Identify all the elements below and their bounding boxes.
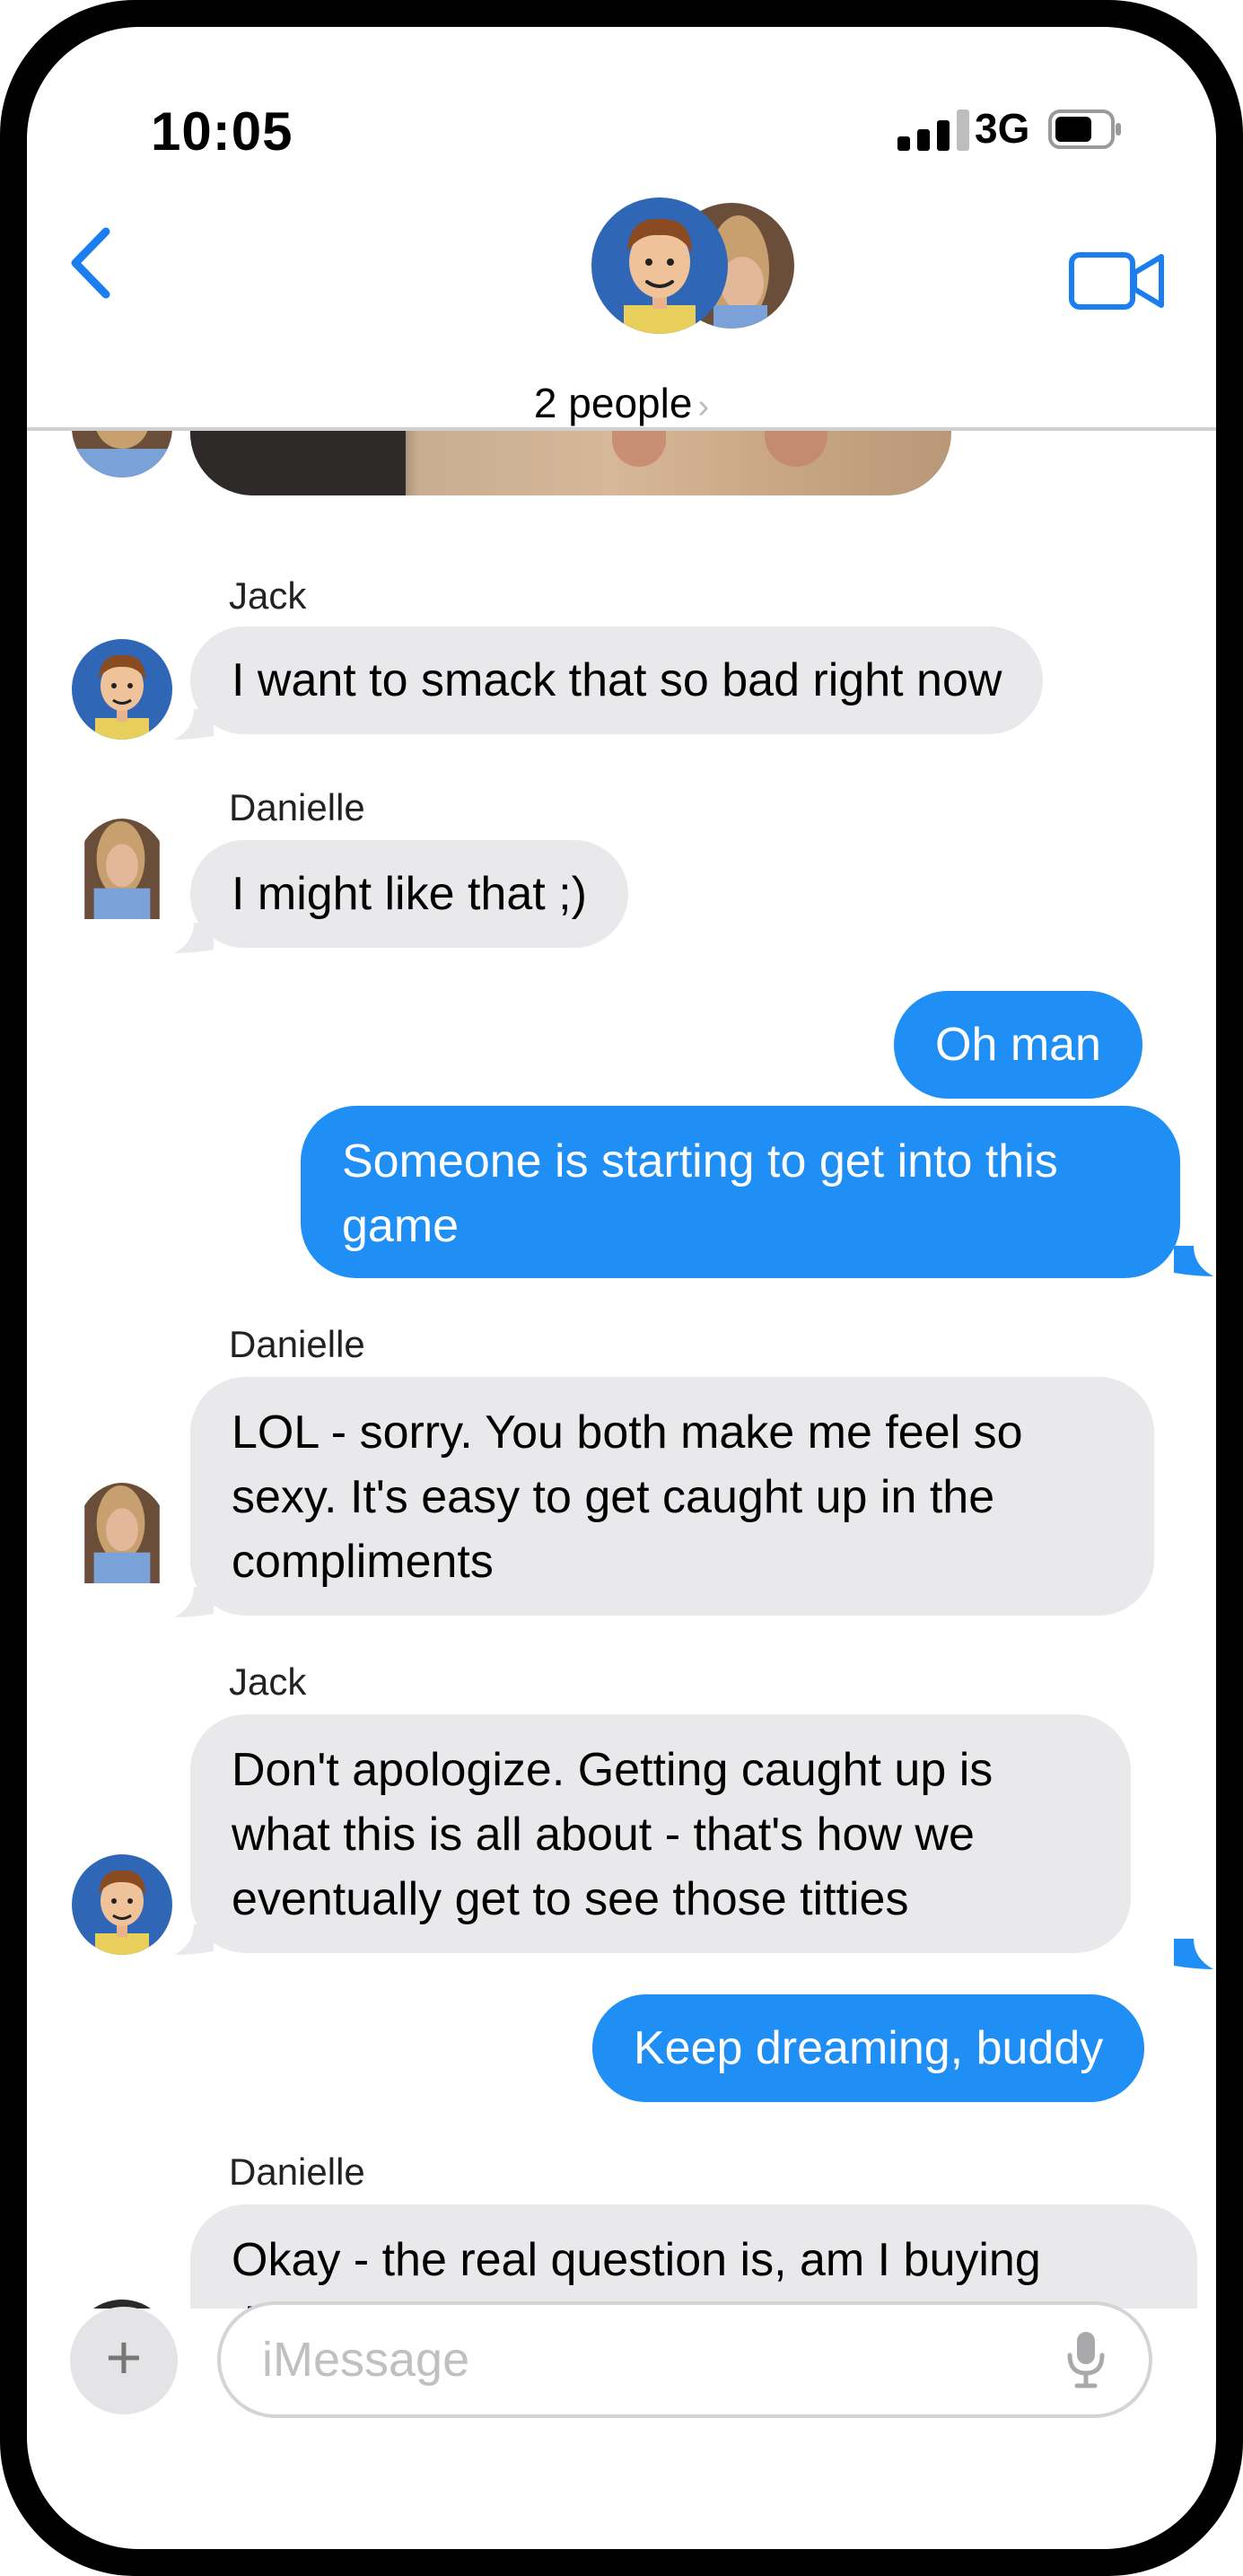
message-bubble-incoming[interactable]: Don't apologize. Getting caught up is wh… — [190, 1714, 1131, 1953]
plus-icon: + — [105, 2322, 143, 2392]
participants-count: 2 people — [533, 380, 693, 426]
message-text-line: Don't apologize. Getting caught up is — [232, 1744, 994, 1796]
message-text-line: LOL - sorry. You both make me feel so — [232, 1406, 1023, 1459]
danielle-avatar[interactable] — [72, 431, 172, 478]
jack-avatar[interactable] — [72, 639, 172, 740]
message-bubble-incoming[interactable]: I might like that ;) — [190, 840, 628, 948]
message-text: I want to smack that so bad right now — [232, 654, 1002, 706]
message-text: Oh man — [935, 1019, 1101, 1071]
message-bubble-incoming[interactable]: Okay - the real question is, am I buying… — [190, 2204, 1197, 2309]
message-bubble-outgoing[interactable]: Keep dreaming, buddy — [592, 1994, 1145, 2102]
message-text-line: eventually get to see those titties — [232, 1873, 909, 1925]
message-text: Keep dreaming, buddy — [634, 2022, 1104, 2074]
sender-name: Danielle — [229, 786, 365, 828]
message-list[interactable]: Jack I want to smack that so bad right n… — [27, 431, 1216, 2309]
status-time: 10:05 — [151, 101, 293, 162]
signal-strength-icon — [897, 110, 969, 151]
battery-icon — [1048, 110, 1121, 149]
video-call-icon[interactable] — [1068, 250, 1167, 312]
group-avatar[interactable] — [588, 197, 803, 368]
message-text-line: compliments — [232, 1536, 494, 1588]
back-chevron-icon[interactable] — [65, 223, 118, 303]
danielle-avatar[interactable] — [72, 1483, 172, 1617]
conversation-participants[interactable]: 2 people › — [27, 379, 1216, 427]
message-text-line: Someone is starting to get into this — [342, 1135, 1058, 1187]
message-bubble-incoming[interactable]: LOL - sorry. You both make me feel so se… — [190, 1377, 1154, 1616]
chevron-right-icon: › — [697, 388, 710, 425]
screen: 10:05 3G 2 people › Jack I want to smack… — [27, 27, 1216, 2549]
message-bubble-outgoing[interactable]: Oh man — [894, 991, 1142, 1099]
add-attachment-button[interactable]: + — [70, 2307, 178, 2414]
sender-name: Danielle — [229, 1323, 365, 1365]
danielle-avatar[interactable] — [72, 819, 172, 953]
group-avatar-image — [591, 197, 794, 334]
jack-avatar[interactable] — [72, 1854, 172, 1955]
message-input[interactable] — [217, 2301, 1152, 2418]
phone-frame: 10:05 3G 2 people › Jack I want to smack… — [0, 0, 1243, 2576]
sender-name: Jack — [229, 574, 307, 617]
photo-shadow — [190, 431, 406, 495]
photo-detail — [765, 431, 827, 467]
message-text-line: Okay - the real question is, am I buying — [232, 2234, 1041, 2286]
microphone-icon[interactable] — [1066, 2330, 1106, 2389]
message-text: I might like that ;) — [232, 868, 587, 920]
message-text-line: game — [342, 1200, 460, 1252]
photo-message[interactable] — [190, 431, 951, 495]
message-text-line: what this is all about - that's how we — [232, 1809, 975, 1861]
bubble-tail — [1174, 1939, 1213, 1969]
bubble-tail — [1174, 1246, 1213, 1276]
sender-name: Danielle — [229, 2151, 365, 2193]
message-bubble-incoming[interactable]: I want to smack that so bad right now — [190, 626, 1044, 734]
photo-detail — [612, 431, 666, 467]
sender-name: Jack — [229, 1660, 307, 1703]
message-bubble-outgoing[interactable]: Someone is starting to get into this gam… — [301, 1106, 1180, 1278]
message-text-line: sexy. It's easy to get caught up in the — [232, 1471, 995, 1523]
network-type: 3G — [975, 105, 1030, 152]
